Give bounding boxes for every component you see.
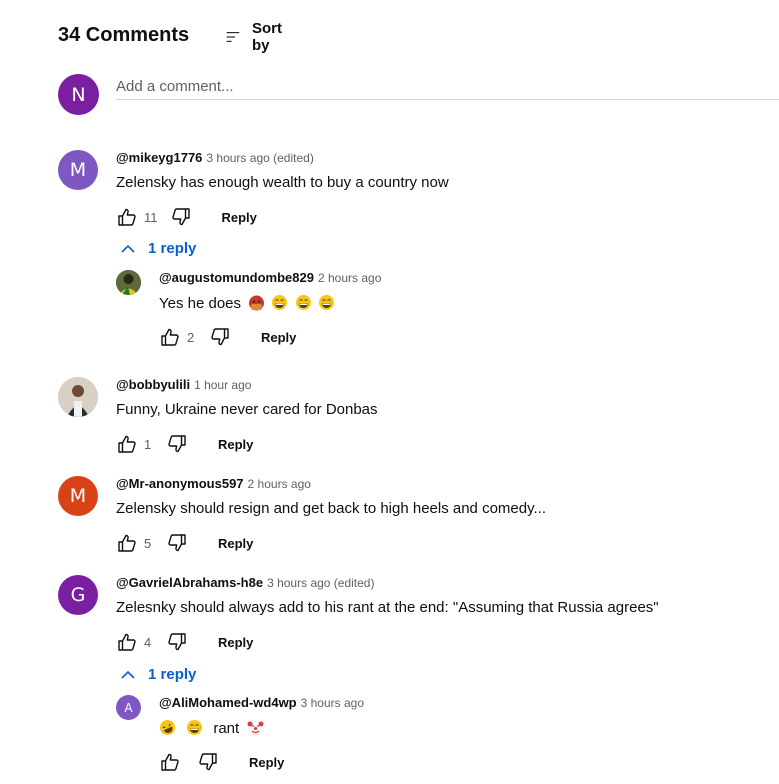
thumbs-up-icon[interactable] — [116, 206, 138, 228]
replies-toggle-label: 1 reply — [148, 240, 197, 257]
comment-avatar[interactable] — [58, 377, 98, 417]
add-comment-row: N — [58, 74, 779, 116]
avatar-letter: A — [124, 700, 133, 715]
rolling-laughing-emoji — [159, 719, 176, 736]
replies-toggle-label: 1 reply — [148, 666, 197, 683]
comment-text: Zelesnky should always add to his rant a… — [116, 599, 659, 616]
reply-timestamp[interactable]: 3 hours ago — [301, 696, 364, 710]
thumbs-up-icon[interactable] — [116, 532, 138, 554]
comment-thread: M @mikeyg1776 3 hours ago (edited) Zelen… — [58, 150, 449, 228]
avatar-photo — [116, 270, 141, 295]
replies-toggle[interactable]: 1 reply — [120, 666, 196, 683]
thumbs-up-icon[interactable] — [116, 631, 138, 653]
avatar-letter: M — [69, 159, 87, 181]
comment-timestamp[interactable]: 1 hour ago — [194, 378, 251, 392]
like-count: 1 — [144, 436, 152, 452]
thumbs-down-icon[interactable] — [166, 433, 188, 455]
comment-text: Zelensky has enough wealth to buy a coun… — [116, 174, 449, 191]
grinning-sweat-emoji — [271, 294, 288, 311]
reply-button[interactable]: Reply — [218, 536, 253, 551]
comment-timestamp[interactable]: 3 hours ago (edited) — [267, 576, 374, 590]
comment-thread: M @Mr-anonymous597 2 hours ago Zelensky … — [58, 476, 546, 554]
thumbs-down-icon[interactable] — [209, 326, 231, 348]
comment-avatar[interactable]: G — [58, 575, 98, 615]
reply-avatar[interactable]: A — [116, 695, 141, 720]
comment-thread: G @GavrielAbrahams-h8e 3 hours ago (edit… — [58, 575, 659, 653]
comments-count: 34 Comments — [58, 23, 190, 46]
comment-timestamp[interactable]: 3 hours ago (edited) — [206, 151, 313, 165]
thumbs-up-icon[interactable] — [116, 433, 138, 455]
reply-avatar[interactable] — [116, 270, 141, 295]
reply-comment: @augustomundombe829 2 hours ago Yes he d… — [116, 270, 381, 348]
angry-clenched-face-emoji — [248, 294, 265, 311]
reply-button[interactable]: Reply — [222, 210, 257, 225]
like-count: 2 — [187, 329, 195, 345]
reply-timestamp[interactable]: 2 hours ago — [318, 271, 381, 285]
comments-header: 34 Comments Sort by — [58, 20, 282, 54]
avatar-letter: M — [69, 485, 87, 507]
thumbs-up-icon[interactable] — [159, 326, 181, 348]
like-count: 4 — [144, 634, 152, 650]
comment-text: Zelensky should resign and get back to h… — [116, 500, 546, 517]
comment-author[interactable]: @bobbyulili — [116, 377, 190, 392]
reply-button[interactable]: Reply — [261, 330, 296, 345]
comment-avatar[interactable]: M — [58, 150, 98, 190]
reply-text-row: Yes he does — [159, 294, 381, 314]
reply-text: rant — [213, 720, 240, 737]
reply-author[interactable]: @AliMohamed-wd4wp — [159, 695, 297, 710]
avatar-letter: G — [70, 584, 86, 606]
reply-comment: A @AliMohamed-wd4wp 3 hours ago rant Rep… — [116, 695, 364, 773]
sort-lines-icon — [226, 32, 240, 42]
chevron-up-icon — [121, 244, 135, 253]
like-count: 11 — [144, 209, 158, 225]
sort-by-button[interactable]: Sort by — [226, 20, 288, 54]
comment-author[interactable]: @mikeyg1776 — [116, 150, 202, 165]
thumbs-down-icon[interactable] — [170, 206, 192, 228]
thumbs-up-icon[interactable] — [159, 751, 181, 773]
thumbs-down-icon[interactable] — [166, 532, 188, 554]
comment-timestamp[interactable]: 2 hours ago — [248, 477, 311, 491]
reply-text: Yes he does — [159, 295, 242, 312]
replies-toggle[interactable]: 1 reply — [120, 240, 196, 257]
grinning-sweat-emoji — [295, 294, 312, 311]
reply-text-row: rant — [159, 719, 364, 739]
reply-button[interactable]: Reply — [249, 755, 284, 770]
reply-button[interactable]: Reply — [218, 635, 253, 650]
comment-author[interactable]: @GavrielAbrahams-h8e — [116, 575, 263, 590]
comment-avatar[interactable]: M — [58, 476, 98, 516]
chevron-up-icon — [121, 670, 135, 679]
grinning-sweat-emoji — [186, 719, 203, 736]
clown-face-emoji — [247, 719, 264, 736]
grinning-sweat-emoji — [318, 294, 335, 311]
like-count: 5 — [144, 535, 152, 551]
comment-thread: @bobbyulili 1 hour ago Funny, Ukraine ne… — [58, 377, 378, 455]
reply-author[interactable]: @augustomundombe829 — [159, 270, 314, 285]
comment-text: Funny, Ukraine never cared for Donbas — [116, 401, 378, 418]
user-avatar-letter: N — [71, 83, 86, 106]
reply-button[interactable]: Reply — [218, 437, 253, 452]
thumbs-down-icon[interactable] — [197, 751, 219, 773]
comment-author[interactable]: @Mr-anonymous597 — [116, 476, 244, 491]
add-comment-input[interactable] — [116, 74, 779, 100]
user-avatar: N — [58, 74, 99, 115]
sort-by-label: Sort by — [251, 20, 282, 54]
avatar-photo — [58, 377, 98, 417]
thumbs-down-icon[interactable] — [166, 631, 188, 653]
